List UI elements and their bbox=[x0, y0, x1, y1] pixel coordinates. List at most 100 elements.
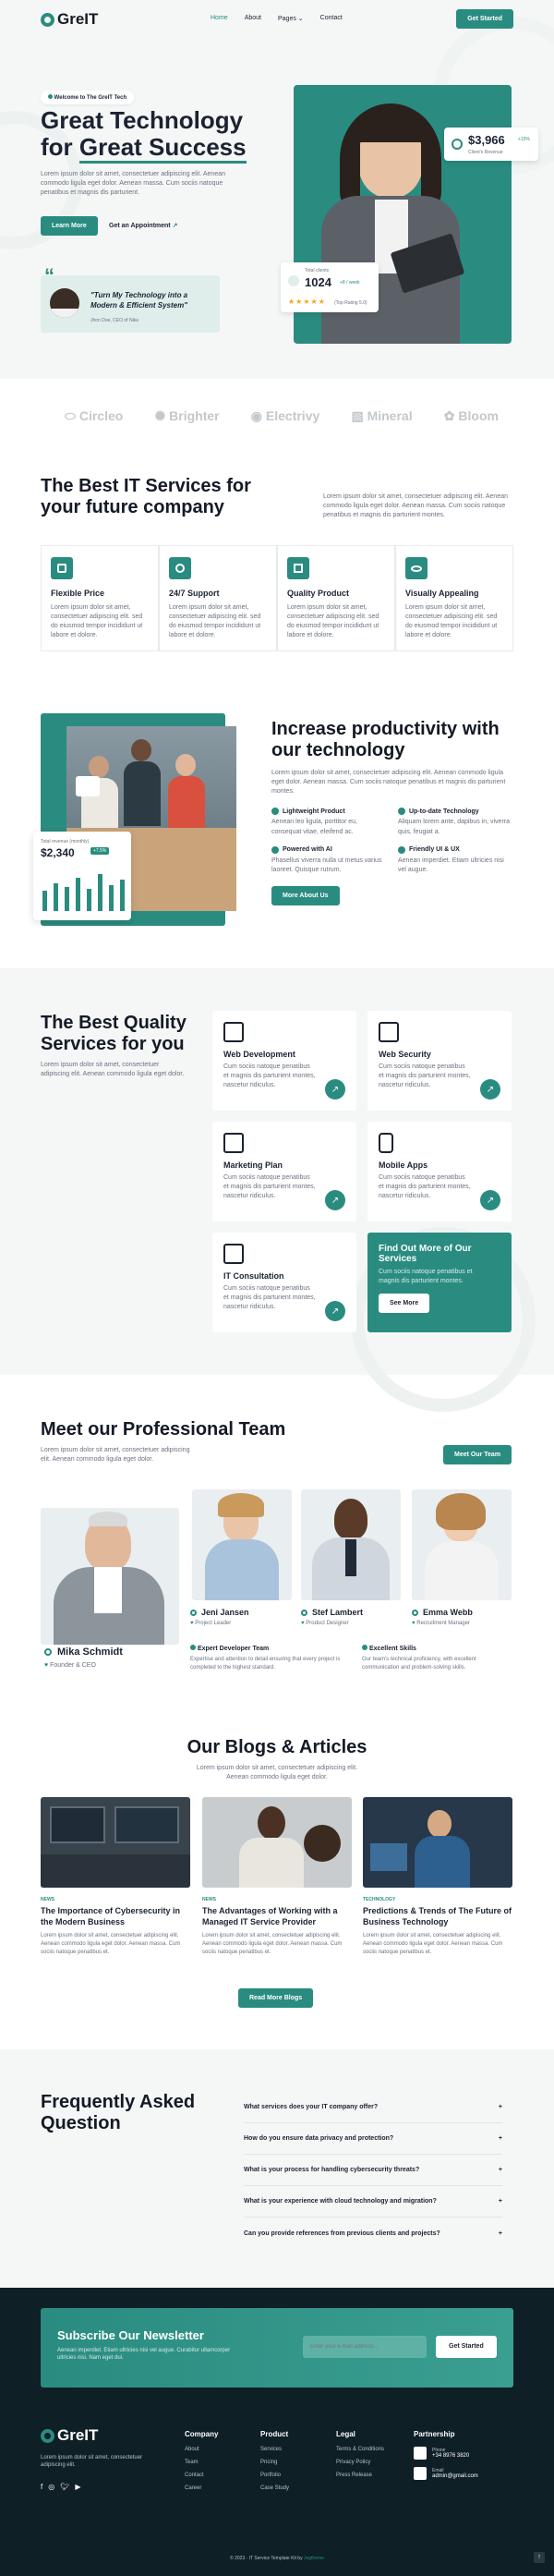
faq-item[interactable]: Can you provide references from previous… bbox=[244, 2218, 502, 2249]
copyright-brand-link[interactable]: Jegtheme bbox=[304, 2556, 324, 2561]
footer-link[interactable]: Team bbox=[185, 2460, 218, 2465]
globe-icon[interactable] bbox=[412, 1609, 418, 1616]
footer-link[interactable]: Privacy Policy bbox=[336, 2460, 384, 2465]
instagram-icon[interactable]: ◎ bbox=[48, 2483, 54, 2491]
newsletter-submit-button[interactable]: Get Started bbox=[436, 2336, 497, 2358]
arrow-up-right-icon[interactable]: ↗ bbox=[480, 1190, 500, 1210]
nav-pages[interactable]: Pages ⌄ bbox=[278, 15, 304, 22]
nav-home[interactable]: Home bbox=[211, 15, 228, 22]
footer-column-title: Company bbox=[185, 2430, 219, 2438]
faq-item[interactable]: How do you ensure data privacy and prote… bbox=[244, 2123, 502, 2155]
read-more-blogs-button[interactable]: Read More Blogs bbox=[238, 1988, 314, 2008]
logo[interactable]: GreIT bbox=[57, 10, 98, 29]
faq-list: What services does your IT company offer… bbox=[244, 2092, 502, 2249]
team-member-photo bbox=[192, 1489, 292, 1600]
footer-link[interactable]: Services bbox=[260, 2447, 289, 2452]
logo-icon[interactable] bbox=[41, 12, 54, 27]
features-title: The Best IT Services for your future com… bbox=[41, 476, 251, 517]
footer-link[interactable]: Press Release bbox=[336, 2473, 384, 2478]
services-description: Lorem ipsum dolor sit amet, consectetuer… bbox=[41, 1062, 185, 1078]
see-more-button[interactable]: See More bbox=[379, 1294, 430, 1314]
service-card[interactable]: IT Consultation Cum sociis natoque penat… bbox=[212, 1233, 356, 1332]
testimonial-quote: "Turn My Technology into a Modern & Effi… bbox=[90, 291, 188, 310]
phone-number[interactable]: +34 8976 3820 bbox=[432, 2453, 469, 2459]
footer-link[interactable]: Case Study bbox=[260, 2485, 289, 2491]
twitter-icon[interactable]: ♥ bbox=[44, 1662, 48, 1669]
footer-legal: Legal Terms & Conditions Privacy Policy … bbox=[336, 2430, 384, 2485]
get-started-button[interactable]: Get Started bbox=[456, 9, 513, 29]
twitter-icon[interactable]: ♥ bbox=[412, 1621, 416, 1626]
learn-more-button[interactable]: Learn More bbox=[41, 216, 98, 236]
feature-text: Lorem ipsum dolor sit amet, consectetuer… bbox=[405, 604, 498, 639]
blog-excerpt: Lorem ipsum dolor sit amet, consectetuer… bbox=[41, 1933, 181, 1955]
facebook-icon[interactable]: f bbox=[41, 2483, 42, 2491]
service-card[interactable]: Web Security Cum sociis natoque penatibu… bbox=[367, 1011, 512, 1111]
footer-link[interactable]: Contact bbox=[185, 2473, 218, 2478]
client-logo-mineral: ▧ Mineral bbox=[351, 408, 413, 423]
team-member-info: Jeni Jansen ♥ Project Leader bbox=[190, 1608, 249, 1628]
more-about-us-button[interactable]: More About Us bbox=[271, 885, 340, 905]
feature-card: Quality Product Lorem ipsum dolor sit am… bbox=[277, 545, 395, 651]
blog-title[interactable]: The Advantages of Working with a Managed… bbox=[202, 1906, 352, 1927]
appointment-link[interactable]: Get an Appointment ↗ bbox=[109, 222, 177, 229]
testimonial-author: Jhon Doe, CEO of Nika bbox=[90, 318, 138, 323]
footer-link[interactable]: Career bbox=[185, 2485, 218, 2491]
team-title: Meet our Professional Team bbox=[41, 1419, 286, 1440]
arrow-up-right-icon[interactable]: ↗ bbox=[325, 1301, 345, 1321]
productivity-point: Friendly UI & UX Aenean imperdiet. Etiam … bbox=[398, 845, 504, 873]
feature-text: Lorem ipsum dolor sit amet, consectetuer… bbox=[51, 604, 143, 639]
service-card[interactable]: Web Development Cum sociis natoque penat… bbox=[212, 1011, 356, 1111]
nav-contact[interactable]: Contact bbox=[320, 15, 343, 22]
faq-item[interactable]: What is your experience with cloud techn… bbox=[244, 2186, 502, 2218]
meet-our-team-button[interactable]: Meet Our Team bbox=[443, 1445, 512, 1464]
price-tag-icon bbox=[51, 557, 73, 579]
blog-title[interactable]: The Importance of Cybersecurity in the M… bbox=[41, 1906, 190, 1927]
plus-icon[interactable]: + bbox=[499, 2230, 502, 2237]
plus-icon[interactable]: + bbox=[499, 2104, 502, 2110]
email-address[interactable]: admin@gmail.com bbox=[432, 2473, 478, 2479]
page: GreIT Home About Pages ⌄ Contact Get Sta… bbox=[0, 0, 554, 2576]
faq-item[interactable]: What is your process for handling cybers… bbox=[244, 2155, 502, 2186]
twitter-icon[interactable]: ♥ bbox=[301, 1621, 305, 1626]
footer-link[interactable]: Portfolio bbox=[260, 2473, 289, 2478]
rating-stars-icon: ★★★★★ bbox=[288, 298, 326, 306]
twitter-icon[interactable]: ♥ bbox=[190, 1621, 194, 1626]
footer-link[interactable]: Terms & Conditions bbox=[336, 2447, 384, 2452]
plus-icon[interactable]: + bbox=[499, 2135, 502, 2142]
plus-icon[interactable]: + bbox=[499, 2198, 502, 2205]
globe-icon[interactable] bbox=[190, 1609, 197, 1616]
footer-logo[interactable]: GreIT bbox=[57, 2426, 98, 2445]
revenue-value: $3,966 bbox=[468, 133, 505, 147]
footer-description: Lorem ipsum dolor sit amet, consectetuer… bbox=[41, 2455, 143, 2469]
productivity-text: Increase productivity with our technolog… bbox=[271, 719, 512, 905]
blog-card[interactable]: NEWS The Importance of Cybersecurity in … bbox=[41, 1797, 190, 1956]
arrow-up-right-icon[interactable]: ↗ bbox=[325, 1190, 345, 1210]
footer-link[interactable]: Pricing bbox=[260, 2460, 289, 2465]
youtube-icon[interactable]: ▶ bbox=[75, 2483, 80, 2491]
blog-title[interactable]: Predictions & Trends of The Future of Bu… bbox=[363, 1906, 512, 1927]
member-role: Recruitment Manager bbox=[416, 1621, 470, 1626]
newsletter-box: Subscribe Our Newsletter Aenean imperdie… bbox=[41, 2308, 513, 2388]
globe-icon[interactable] bbox=[301, 1609, 307, 1616]
service-card[interactable]: Marketing Plan Cum sociis natoque penati… bbox=[212, 1122, 356, 1221]
service-text: Cum sociis natoque penatibus et magnis d… bbox=[379, 1063, 471, 1089]
footer-link[interactable]: About bbox=[185, 2447, 218, 2452]
arrow-up-right-icon[interactable]: ↗ bbox=[325, 1079, 345, 1100]
nav-about[interactable]: About bbox=[245, 15, 261, 22]
hero-badge-text: Welcome to The GreIT Tech bbox=[54, 95, 127, 101]
hero-title: Great Technology for Great Success bbox=[41, 107, 281, 164]
logo-icon[interactable] bbox=[41, 2428, 54, 2443]
service-card[interactable]: Mobile Apps Cum sociis natoque penatibus… bbox=[367, 1122, 512, 1221]
plus-icon[interactable]: + bbox=[499, 2167, 502, 2173]
service-text: Cum sociis natoque penatibus et magnis d… bbox=[223, 1285, 316, 1311]
globe-icon[interactable] bbox=[44, 1648, 52, 1656]
blog-card[interactable]: NEWS The Advantages of Working with a Ma… bbox=[202, 1797, 352, 1956]
faq-item[interactable]: What services does your IT company offer… bbox=[244, 2092, 502, 2123]
twitter-icon[interactable]: 🐦︎ bbox=[60, 2483, 69, 2491]
newsletter-email-input[interactable] bbox=[303, 2336, 427, 2358]
check-icon bbox=[398, 808, 405, 816]
back-to-top-icon[interactable]: ↑ bbox=[534, 2552, 545, 2563]
blog-card[interactable]: TECHNOLOGY Predictions & Trends of The F… bbox=[363, 1797, 512, 1956]
copyright-text: © 2023 · IT Service Template Kit by bbox=[230, 2556, 303, 2561]
arrow-up-right-icon[interactable]: ↗ bbox=[480, 1079, 500, 1100]
